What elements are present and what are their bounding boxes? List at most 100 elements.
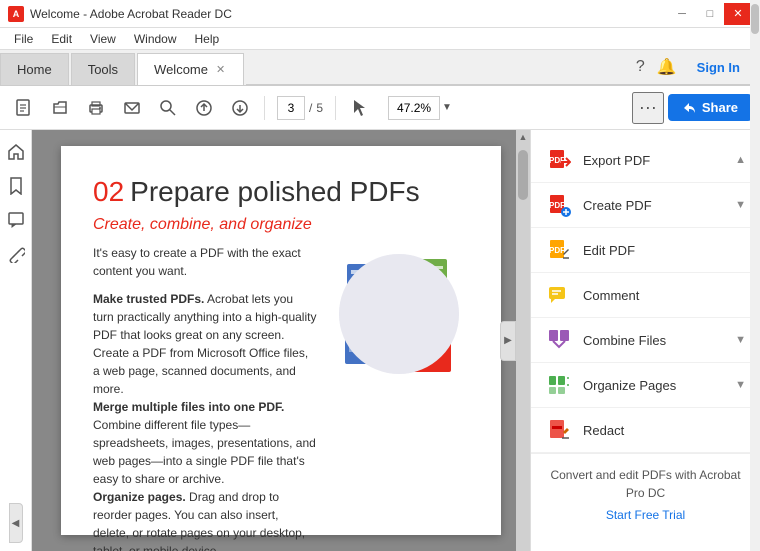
pdf-intro-paragraph: It's easy to create a PDF with the exact… — [93, 244, 317, 280]
right-panel-item-redact[interactable]: Redact — [531, 408, 760, 453]
sidebar-bookmark-icon[interactable] — [2, 172, 30, 200]
right-panel-item-comment[interactable]: Comment — [531, 273, 760, 318]
close-button[interactable]: ✕ — [724, 3, 752, 25]
pdf-text-column: It's easy to create a PDF with the exact… — [93, 244, 317, 551]
sign-in-button[interactable]: Sign In — [689, 56, 748, 79]
search-button[interactable] — [152, 92, 184, 124]
organize-pages-icon — [545, 371, 573, 399]
menu-view[interactable]: View — [82, 30, 124, 48]
sidebar-home-icon[interactable] — [2, 138, 30, 166]
tab-home[interactable]: Home — [0, 53, 69, 85]
right-panel-item-combine[interactable]: Combine Files ▼ — [531, 318, 760, 363]
right-panel-item-edit-pdf[interactable]: PDF Edit PDF — [531, 228, 760, 273]
page-navigation: 3 / 5 — [277, 96, 323, 120]
left-sidebar: ◀ — [0, 130, 32, 551]
menu-edit[interactable]: Edit — [43, 30, 80, 48]
more-options-button[interactable]: ··· — [632, 92, 664, 124]
tab-bar: Home Tools Welcome ✕ ? 🔔 Sign In — [0, 50, 760, 86]
minimize-button[interactable]: ─ — [668, 3, 696, 25]
cursor-tool-button[interactable] — [344, 92, 376, 124]
right-panel-item-organize[interactable]: Organize Pages ▼ — [531, 363, 760, 408]
page-separator: / — [309, 101, 312, 115]
combine-files-label: Combine Files — [583, 333, 725, 348]
zoom-input[interactable]: 47.2% — [388, 96, 440, 120]
share-icon — [682, 101, 696, 115]
page-input[interactable]: 3 — [277, 96, 305, 120]
open-file-button[interactable] — [44, 92, 76, 124]
pdf-content-area[interactable]: 02 Prepare polished PDFs Create, combine… — [32, 130, 530, 551]
title-bar-left: A Welcome - Adobe Acrobat Reader DC — [8, 6, 232, 22]
share-label: Share — [702, 100, 738, 115]
right-panel-item-export-pdf[interactable]: PDF Export PDF ▲ — [531, 138, 760, 183]
menu-window[interactable]: Window — [126, 30, 185, 48]
tab-home-label: Home — [17, 62, 52, 77]
zoom-chevron-icon[interactable]: ▼ — [442, 102, 452, 113]
tab-tools[interactable]: Tools — [71, 53, 135, 85]
combine-files-chevron: ▼ — [735, 334, 746, 346]
pdf-page: 02 Prepare polished PDFs Create, combine… — [61, 146, 501, 535]
sidebar-link-icon[interactable] — [2, 240, 30, 268]
download-button[interactable] — [224, 92, 256, 124]
scroll-up-arrow[interactable]: ▲ — [519, 132, 528, 142]
create-pdf-chevron: ▼ — [735, 199, 746, 211]
combine-files-icon — [545, 326, 573, 354]
upload-icon — [195, 99, 213, 117]
right-panel-item-create-pdf[interactable]: PDF Create PDF ▼ — [531, 183, 760, 228]
maximize-button[interactable]: □ — [696, 3, 724, 25]
redact-label: Redact — [583, 423, 746, 438]
sidebar-comment-icon[interactable] — [2, 206, 30, 234]
pdf-illustration: A — [329, 244, 469, 384]
right-panel-footer: Convert and edit PDFs with Acrobat Pro D… — [531, 453, 760, 536]
menu-help[interactable]: Help — [187, 30, 228, 48]
menu-file[interactable]: File — [6, 30, 41, 48]
comment-label: Comment — [583, 288, 746, 303]
create-pdf-label: Create PDF — [583, 198, 725, 213]
export-pdf-chevron: ▲ — [735, 154, 746, 166]
title-bar: A Welcome - Adobe Acrobat Reader DC ─ □ … — [0, 0, 760, 28]
tab-welcome-label: Welcome — [154, 62, 208, 77]
toolbar-separator-2 — [335, 96, 336, 120]
app-icon: A — [8, 6, 24, 22]
svg-text:PDF: PDF — [549, 156, 565, 165]
cursor-icon — [351, 99, 369, 117]
main-area: ◀ 02 Prepare polished PDFs Create, combi… — [0, 130, 760, 551]
share-button[interactable]: Share — [668, 94, 752, 121]
comment-icon — [545, 281, 573, 309]
vertical-scrollbar[interactable]: ▲ — [516, 130, 530, 551]
right-panel: PDF Export PDF ▲ PDF Create PDF ▼ — [530, 130, 760, 551]
email-icon — [123, 99, 141, 117]
email-button[interactable] — [116, 92, 148, 124]
edit-pdf-icon: PDF — [545, 236, 573, 264]
pdf-paragraph-1: Make trusted PDFs. Acrobat lets you turn… — [93, 290, 317, 398]
pdf-subtitle: Create, combine, and organize — [93, 216, 469, 234]
page-total: 5 — [316, 101, 323, 115]
pdf-paragraph-2: Merge multiple files into one PDF. Combi… — [93, 398, 317, 488]
tab-spacer: ? 🔔 Sign In — [246, 50, 760, 85]
pdf-paragraph-3: Organize pages. Drag and drop to reorder… — [93, 488, 317, 551]
tab-close-icon[interactable]: ✕ — [214, 61, 227, 78]
svg-text:PDF: PDF — [549, 246, 565, 255]
menu-bar: File Edit View Window Help — [0, 28, 760, 50]
print-button[interactable] — [80, 92, 112, 124]
notification-icon[interactable]: 🔔 — [657, 57, 677, 77]
tab-tools-label: Tools — [88, 62, 118, 77]
app-icon-letter: A — [13, 9, 20, 19]
toolbar-separator-1 — [264, 96, 265, 120]
window-controls: ─ □ ✕ — [668, 3, 752, 25]
upload-button[interactable] — [188, 92, 220, 124]
window-title: Welcome - Adobe Acrobat Reader DC — [30, 7, 232, 21]
open-file-icon — [51, 99, 69, 117]
pdf-content-row: It's easy to create a PDF with the exact… — [93, 244, 469, 551]
help-icon[interactable]: ? — [636, 58, 645, 76]
tab-welcome[interactable]: Welcome ✕ — [137, 53, 244, 85]
scroll-thumb — [518, 150, 528, 200]
right-panel-scrollbar[interactable] — [750, 130, 760, 551]
search-icon — [159, 99, 177, 117]
start-free-trial-link[interactable]: Start Free Trial — [545, 506, 746, 524]
pdf-page-title: Prepare polished PDFs — [130, 176, 419, 208]
new-file-icon — [15, 99, 33, 117]
left-panel-toggle[interactable]: ◀ — [9, 503, 23, 543]
new-file-button[interactable] — [8, 92, 40, 124]
right-nav-arrow[interactable]: ▶ — [500, 321, 516, 361]
print-icon — [87, 99, 105, 117]
